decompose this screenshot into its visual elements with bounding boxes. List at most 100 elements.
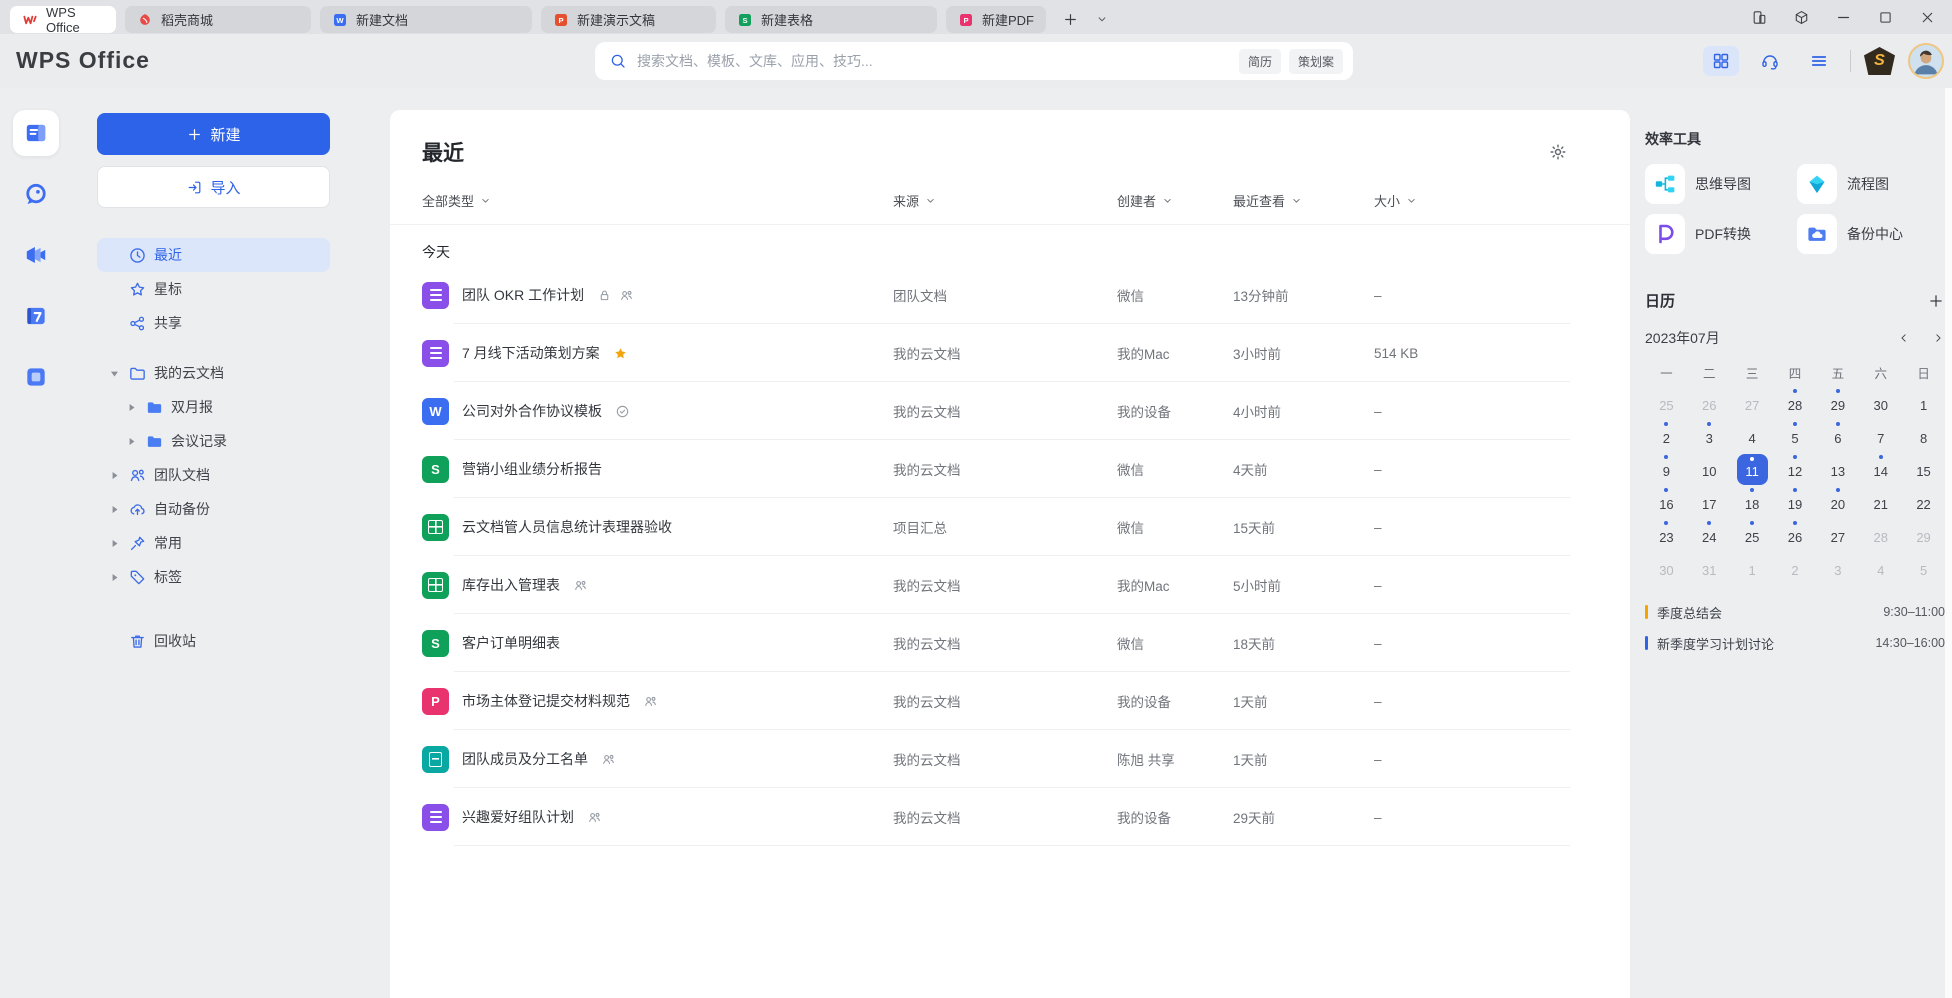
file-row[interactable]: 库存出入管理表 我的云文档 我的Mac 5小时前 –	[390, 556, 1630, 614]
calendar-day[interactable]: 2	[1774, 552, 1817, 585]
calendar-day[interactable]: 5	[1774, 420, 1817, 453]
calendar-day[interactable]: 29	[1816, 387, 1859, 420]
calendar-day[interactable]: 30	[1859, 387, 1902, 420]
tool-item[interactable]: PDF转换	[1645, 214, 1793, 254]
calendar-day[interactable]: 13	[1816, 453, 1859, 486]
tool-item[interactable]: 流程图	[1797, 164, 1945, 204]
calendar-day[interactable]: 3	[1816, 552, 1859, 585]
caret-right-icon[interactable]	[125, 435, 138, 448]
calendar-day[interactable]: 2	[1645, 420, 1688, 453]
prev-month-icon[interactable]	[1897, 331, 1911, 345]
gear-icon[interactable]	[1548, 142, 1568, 162]
calendar-day[interactable]: 20	[1816, 486, 1859, 519]
calendar-day[interactable]: 30	[1645, 552, 1688, 585]
search-input[interactable]: 搜索文档、模板、文库、应用、技巧... 简历 策划案	[595, 42, 1353, 80]
filter-dropdown[interactable]: 大小	[1374, 191, 1570, 210]
rail-item[interactable]	[13, 110, 59, 156]
file-row[interactable]: 兴趣爱好组队计划 我的云文档 我的设备 29天前 –	[390, 788, 1630, 846]
tab-list-chevron[interactable]	[1095, 12, 1109, 26]
rail-item[interactable]	[13, 354, 59, 400]
calendar-day[interactable]: 15	[1902, 453, 1945, 486]
calendar-day[interactable]: 27	[1731, 387, 1774, 420]
calendar-day[interactable]: 31	[1688, 552, 1731, 585]
calendar-day[interactable]: 24	[1688, 519, 1731, 552]
window-tab[interactable]: 稻壳商城	[125, 6, 311, 33]
close-icon[interactable]	[1919, 9, 1936, 26]
calendar-day[interactable]: 25	[1731, 519, 1774, 552]
calendar-day[interactable]: 6	[1816, 420, 1859, 453]
file-row[interactable]: 客户订单明细表 我的云文档 微信 18天前 –	[390, 614, 1630, 672]
maximize-icon[interactable]	[1877, 9, 1894, 26]
device-icon[interactable]	[1751, 9, 1768, 26]
next-month-icon[interactable]	[1931, 331, 1945, 345]
calendar-day[interactable]: 1	[1902, 387, 1945, 420]
filter-dropdown[interactable]: 来源	[893, 191, 1117, 210]
sidebar-item[interactable]: 回收站	[97, 624, 330, 658]
file-row[interactable]: 7 月线下活动策划方案 我的云文档 我的Mac 3小时前 514 KB	[390, 324, 1630, 382]
calendar-day[interactable]: 11	[1731, 453, 1774, 486]
sidebar-item[interactable]: 双月报	[97, 390, 330, 424]
window-tab[interactable]: WPS Office	[10, 6, 116, 33]
calendar-day[interactable]: 27	[1816, 519, 1859, 552]
window-tab[interactable]: P 新建PDF	[946, 6, 1046, 33]
file-row[interactable]: 公司对外合作协议模板 我的云文档 我的设备 4小时前 –	[390, 382, 1630, 440]
window-tab[interactable]: P 新建演示文稿	[541, 6, 716, 33]
sidebar-item[interactable]: 我的云文档	[97, 356, 330, 390]
caret-right-icon[interactable]	[108, 571, 121, 584]
rail-item[interactable]	[13, 171, 59, 217]
search-chip[interactable]: 简历	[1239, 49, 1281, 74]
caret-right-icon[interactable]	[108, 469, 121, 482]
window-scrollbar[interactable]	[1945, 88, 1952, 998]
calendar-day[interactable]: 18	[1731, 486, 1774, 519]
calendar-day[interactable]: 21	[1859, 486, 1902, 519]
calendar-day[interactable]: 29	[1902, 519, 1945, 552]
new-document-button[interactable]: 新建	[97, 113, 330, 155]
new-tab-button[interactable]	[1062, 11, 1079, 28]
calendar-day[interactable]: 17	[1688, 486, 1731, 519]
add-event-icon[interactable]	[1927, 292, 1945, 310]
file-row[interactable]: 营销小组业绩分析报告 我的云文档 微信 4天前 –	[390, 440, 1630, 498]
calendar-day[interactable]: 10	[1688, 453, 1731, 486]
filter-dropdown[interactable]: 全部类型	[422, 191, 893, 210]
sidebar-item[interactable]: 团队文档	[97, 458, 330, 492]
rail-item[interactable]	[13, 232, 59, 278]
calendar-day[interactable]: 22	[1902, 486, 1945, 519]
file-row[interactable]: 团队成员及分工名单 我的云文档 陈旭 共享 1天前 –	[390, 730, 1630, 788]
calendar-day[interactable]: 12	[1774, 453, 1817, 486]
calendar-day[interactable]: 5	[1902, 552, 1945, 585]
import-button[interactable]: 导入	[97, 166, 330, 208]
caret-right-icon[interactable]	[108, 503, 121, 516]
filter-dropdown[interactable]: 最近查看	[1233, 191, 1374, 210]
sidebar-item[interactable]: 自动备份	[97, 492, 330, 526]
calendar-day[interactable]: 4	[1859, 552, 1902, 585]
filter-dropdown[interactable]: 创建者	[1117, 191, 1233, 210]
svip-badge[interactable]: S	[1864, 47, 1895, 75]
sidebar-item[interactable]: 最近	[97, 238, 330, 272]
sidebar-item[interactable]: 会议记录	[97, 424, 330, 458]
calendar-day[interactable]: 23	[1645, 519, 1688, 552]
rail-item[interactable]	[13, 293, 59, 339]
cube-icon[interactable]	[1793, 9, 1810, 26]
calendar-day[interactable]: 1	[1731, 552, 1774, 585]
apps-grid-button[interactable]	[1703, 46, 1739, 76]
calendar-day[interactable]: 14	[1859, 453, 1902, 486]
caret-right-icon[interactable]	[108, 537, 121, 550]
file-row[interactable]: 团队 OKR 工作计划 团队文档 微信 13分钟前 –	[390, 266, 1630, 324]
calendar-day[interactable]: 26	[1688, 387, 1731, 420]
minimize-icon[interactable]	[1835, 9, 1852, 26]
calendar-day[interactable]: 16	[1645, 486, 1688, 519]
calendar-day[interactable]: 4	[1731, 420, 1774, 453]
sidebar-item[interactable]: 标签	[97, 560, 330, 594]
calendar-day[interactable]: 26	[1774, 519, 1817, 552]
sidebar-item[interactable]: 星标	[97, 272, 330, 306]
file-row[interactable]: 云文档管人员信息统计表理器验收 项目汇总 微信 15天前 –	[390, 498, 1630, 556]
sidebar-item[interactable]: 常用	[97, 526, 330, 560]
calendar-day[interactable]: 8	[1902, 420, 1945, 453]
calendar-day[interactable]: 28	[1859, 519, 1902, 552]
window-tab[interactable]: S 新建表格	[725, 6, 937, 33]
calendar-day[interactable]: 7	[1859, 420, 1902, 453]
support-button[interactable]	[1752, 46, 1788, 76]
calendar-day[interactable]: 28	[1774, 387, 1817, 420]
caret-down-icon[interactable]	[108, 367, 121, 380]
calendar-day[interactable]: 9	[1645, 453, 1688, 486]
